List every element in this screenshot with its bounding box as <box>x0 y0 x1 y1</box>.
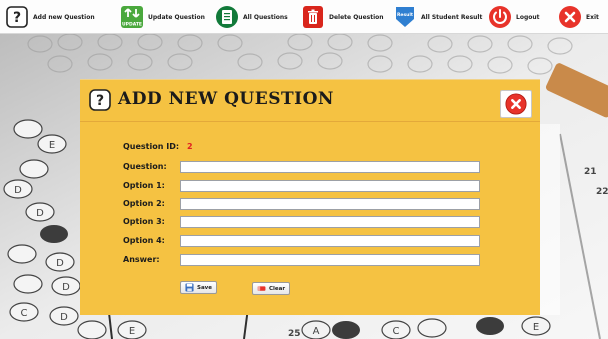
bubble-letter: D <box>60 312 68 323</box>
svg-text:?: ? <box>13 10 21 26</box>
main-toolbar: ? Add new Question UPDATE Update Questio… <box>0 0 608 34</box>
question-id-label: Question ID: <box>123 142 180 151</box>
trash-icon <box>303 6 323 28</box>
bubble-letter: A <box>313 326 320 337</box>
question-id-value: 2 <box>187 142 193 151</box>
close-icon <box>505 93 527 115</box>
add-new-question-label: Add new Question <box>33 13 95 21</box>
bubble-letter: C <box>393 326 400 337</box>
question-icon: ? <box>89 89 111 111</box>
option-2-input[interactable] <box>180 198 480 210</box>
question-input[interactable] <box>180 161 480 173</box>
result-badge-icon: Result <box>396 7 414 27</box>
delete-question-button[interactable]: Delete Question <box>301 4 384 30</box>
add-new-question-button[interactable]: ? Add new Question <box>5 4 95 30</box>
update-icon-text: UPDATE <box>122 22 142 28</box>
dialog-title: ADD NEW QUESTION <box>118 89 334 109</box>
svg-text:?: ? <box>96 93 104 109</box>
logout-button[interactable]: Logout <box>488 4 540 30</box>
dialog-shadow <box>540 124 560 315</box>
bubble-letter: D <box>14 185 22 196</box>
logout-label: Logout <box>516 13 540 21</box>
question-number: 25 <box>288 329 301 339</box>
delete-question-label: Delete Question <box>329 13 384 21</box>
save-label: Save <box>197 284 212 291</box>
option-1-input[interactable] <box>180 180 480 192</box>
close-icon <box>559 6 581 28</box>
clear-button[interactable]: Clear <box>252 282 291 295</box>
power-icon <box>489 6 511 28</box>
document-icon <box>216 6 238 28</box>
bubble-letter: E <box>129 326 135 337</box>
answer-input[interactable] <box>180 254 480 266</box>
bubble-letter: C <box>21 308 28 319</box>
bubble-letter: D <box>62 282 70 293</box>
all-questions-button[interactable]: All Questions <box>215 4 288 30</box>
bubble-letter: D <box>56 258 64 269</box>
all-student-result-button[interactable]: Result All Student Result <box>393 4 482 30</box>
bubble-letter: E <box>533 322 539 333</box>
update-icon: UPDATE <box>121 6 143 28</box>
exit-label: Exit <box>586 13 599 21</box>
save-icon <box>185 283 194 292</box>
add-question-dialog: ? ADD NEW QUESTION Question ID: 2 Questi… <box>80 79 540 315</box>
save-button[interactable]: Save <box>180 281 217 294</box>
option-2-label: Option 2: <box>123 199 165 208</box>
update-question-label: Update Question <box>148 13 205 21</box>
all-student-result-label: All Student Result <box>421 13 483 21</box>
update-question-button[interactable]: UPDATE Update Question <box>120 4 205 30</box>
answer-label: Answer: <box>123 255 160 264</box>
dialog-header: ? ADD NEW QUESTION <box>80 80 540 122</box>
question-label: Question: <box>123 162 167 171</box>
eraser-icon <box>257 286 266 291</box>
option-1-label: Option 1: <box>123 181 165 190</box>
result-icon-text: Result <box>397 12 414 18</box>
clear-label: Clear <box>269 285 286 292</box>
bubble-letter: E <box>49 140 55 151</box>
option-3-input[interactable] <box>180 216 480 228</box>
dialog-close-button[interactable] <box>500 90 532 118</box>
option-4-input[interactable] <box>180 235 480 247</box>
question-icon: ? <box>6 6 28 28</box>
bubble-letter: D <box>36 208 44 219</box>
option-4-label: Option 4: <box>123 236 165 245</box>
exit-button[interactable]: Exit <box>558 4 599 30</box>
option-3-label: Option 3: <box>123 217 165 226</box>
question-number: 22 <box>596 187 608 197</box>
all-questions-label: All Questions <box>243 13 288 21</box>
question-number: 21 <box>584 167 597 177</box>
